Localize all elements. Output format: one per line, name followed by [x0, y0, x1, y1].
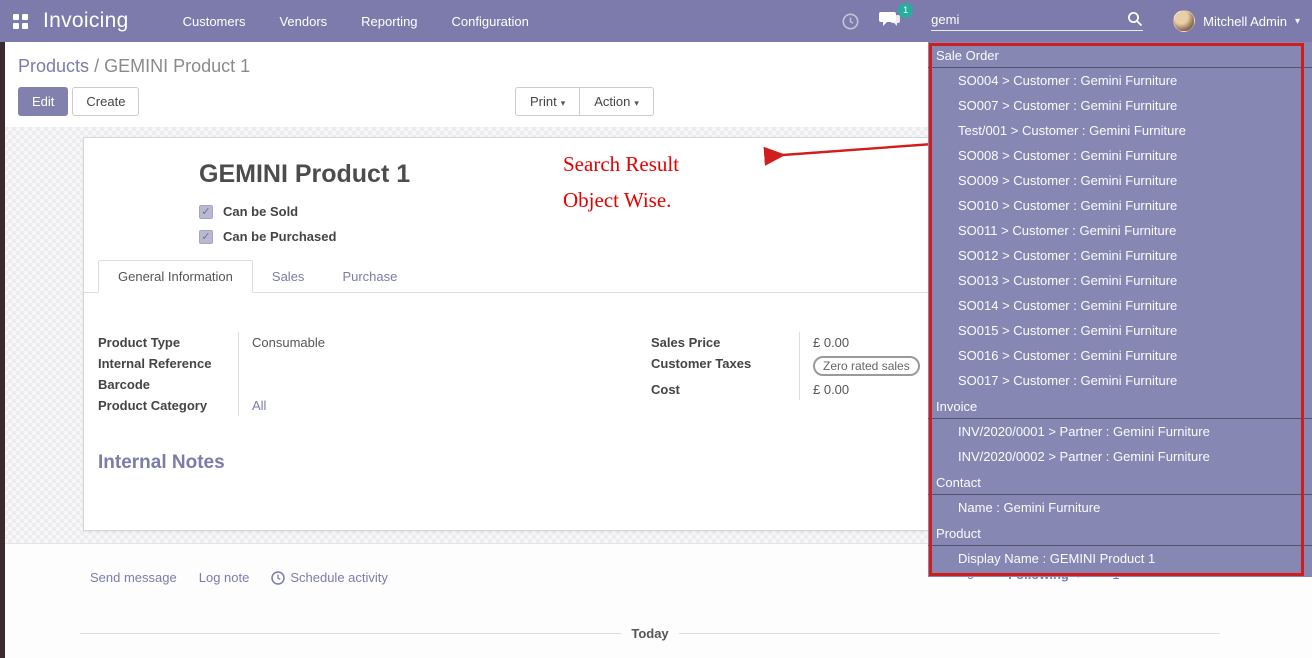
menu-customers[interactable]: Customers — [183, 14, 246, 29]
product-category-value[interactable]: All — [238, 395, 618, 416]
date-divider: Today — [80, 626, 1220, 641]
navbar-right: 1 Mitchell Admin ▾ — [842, 10, 1300, 33]
create-button[interactable]: Create — [72, 87, 139, 116]
left-edge-strip — [0, 42, 5, 658]
top-navbar: Invoicing Customers Vendors Reporting Co… — [0, 0, 1312, 42]
internal-notes-heading: Internal Notes — [98, 452, 225, 474]
edit-button[interactable]: Edit — [18, 87, 68, 116]
search-result-item[interactable]: SO011 > Customer : Gemini Furniture — [928, 218, 1312, 243]
messages-menu[interactable]: 1 — [879, 10, 901, 33]
search-result-item[interactable]: INV/2020/0001 > Partner : Gemini Furnitu… — [928, 419, 1312, 444]
barcode-value — [238, 374, 618, 395]
search-result-item[interactable]: SO013 > Customer : Gemini Furniture — [928, 268, 1312, 293]
product-type-value: Consumable — [238, 332, 618, 353]
user-avatar — [1173, 10, 1195, 32]
sales-price-label: Sales Price — [651, 332, 799, 353]
search-result-item[interactable]: SO010 > Customer : Gemini Furniture — [928, 193, 1312, 218]
log-note-button[interactable]: Log note — [199, 570, 250, 585]
apps-grid-icon[interactable] — [13, 14, 28, 29]
today-label: Today — [631, 626, 668, 641]
caret-down-icon: ▾ — [561, 98, 566, 108]
product-title: GEMINI Product 1 — [199, 160, 410, 189]
search-result-item[interactable]: SO012 > Customer : Gemini Furniture — [928, 243, 1312, 268]
can-be-sold-label: Can be Sold — [223, 204, 298, 219]
send-message-button[interactable]: Send message — [90, 570, 177, 585]
print-dropdown-button[interactable]: Print▾ — [515, 87, 580, 116]
left-field-group: Product Type Consumable Internal Referen… — [98, 332, 618, 416]
search-result-item[interactable]: INV/2020/0002 > Partner : Gemini Furnitu… — [928, 444, 1312, 469]
chatter-actions: Send message Log note Schedule activity — [90, 570, 388, 585]
cost-label: Cost — [651, 379, 799, 400]
breadcrumb-products-link[interactable]: Products — [18, 56, 89, 76]
section-contact: Contact — [928, 469, 1312, 495]
breadcrumb-current: GEMINI Product 1 — [104, 56, 250, 76]
search-result-item[interactable]: SO014 > Customer : Gemini Furniture — [928, 293, 1312, 318]
search-result-item[interactable]: SO017 > Customer : Gemini Furniture — [928, 368, 1312, 393]
search-result-item[interactable]: SO015 > Customer : Gemini Furniture — [928, 318, 1312, 343]
search-result-item[interactable]: SO008 > Customer : Gemini Furniture — [928, 143, 1312, 168]
menu-reporting[interactable]: Reporting — [361, 14, 417, 29]
product-category-label: Product Category — [98, 395, 238, 416]
app-title[interactable]: Invoicing — [43, 9, 129, 33]
internal-reference-label: Internal Reference — [98, 353, 238, 374]
search-result-item[interactable]: Name : Gemini Furniture — [928, 495, 1312, 520]
can-be-purchased-label: Can be Purchased — [223, 229, 336, 244]
search-results-dropdown: Sale Order SO004 > Customer : Gemini Fur… — [928, 42, 1312, 577]
schedule-activity-button[interactable]: Schedule activity — [271, 570, 388, 585]
tax-badge[interactable]: Zero rated sales — [813, 356, 920, 376]
annotation-arrow — [755, 138, 935, 166]
can-be-purchased-checkbox[interactable]: ✓ — [199, 230, 213, 244]
can-be-purchased-row: ✓ Can be Purchased — [199, 229, 336, 244]
user-name: Mitchell Admin — [1203, 14, 1287, 29]
search-icon[interactable] — [1127, 11, 1143, 27]
search-input[interactable] — [931, 12, 1127, 27]
barcode-label: Barcode — [98, 374, 238, 395]
message-count-badge: 1 — [898, 3, 913, 18]
tab-purchase[interactable]: Purchase — [323, 261, 416, 292]
breadcrumb: Products / GEMINI Product 1 — [18, 56, 250, 77]
global-search — [931, 11, 1143, 31]
action-dropdown-button[interactable]: Action▾ — [579, 87, 654, 116]
main-menu: Customers Vendors Reporting Configuratio… — [183, 14, 529, 29]
search-result-item[interactable]: SO007 > Customer : Gemini Furniture — [928, 93, 1312, 118]
search-result-item[interactable]: SO016 > Customer : Gemini Furniture — [928, 343, 1312, 368]
search-result-item[interactable]: SO004 > Customer : Gemini Furniture — [928, 68, 1312, 93]
section-invoice: Invoice — [928, 393, 1312, 419]
can-be-sold-row: ✓ Can be Sold — [199, 204, 298, 219]
caret-down-icon: ▾ — [1295, 16, 1300, 27]
tab-sales[interactable]: Sales — [253, 261, 324, 292]
internal-reference-value — [238, 353, 618, 374]
customer-taxes-label: Customer Taxes — [651, 353, 799, 379]
caret-down-icon: ▾ — [634, 98, 639, 108]
schedule-clock-icon — [271, 571, 285, 585]
activities-clock-icon[interactable] — [842, 13, 859, 30]
menu-configuration[interactable]: Configuration — [452, 14, 529, 29]
user-menu[interactable]: Mitchell Admin ▾ — [1173, 10, 1300, 32]
section-sale-order: Sale Order — [928, 42, 1312, 68]
product-type-label: Product Type — [98, 332, 238, 353]
print-action-group: Print▾ Action▾ — [515, 87, 654, 116]
tab-general-information[interactable]: General Information — [98, 260, 253, 293]
can-be-sold-checkbox[interactable]: ✓ — [199, 205, 213, 219]
form-buttons: Edit Create — [18, 87, 139, 116]
search-result-item[interactable]: Test/001 > Customer : Gemini Furniture — [928, 118, 1312, 143]
search-result-item[interactable]: Display Name : GEMINI Product 1 — [928, 546, 1312, 571]
search-result-item[interactable]: SO009 > Customer : Gemini Furniture — [928, 168, 1312, 193]
section-product: Product — [928, 520, 1312, 546]
menu-vendors[interactable]: Vendors — [279, 14, 327, 29]
annotation-text: Search Result Object Wise. — [563, 146, 679, 218]
